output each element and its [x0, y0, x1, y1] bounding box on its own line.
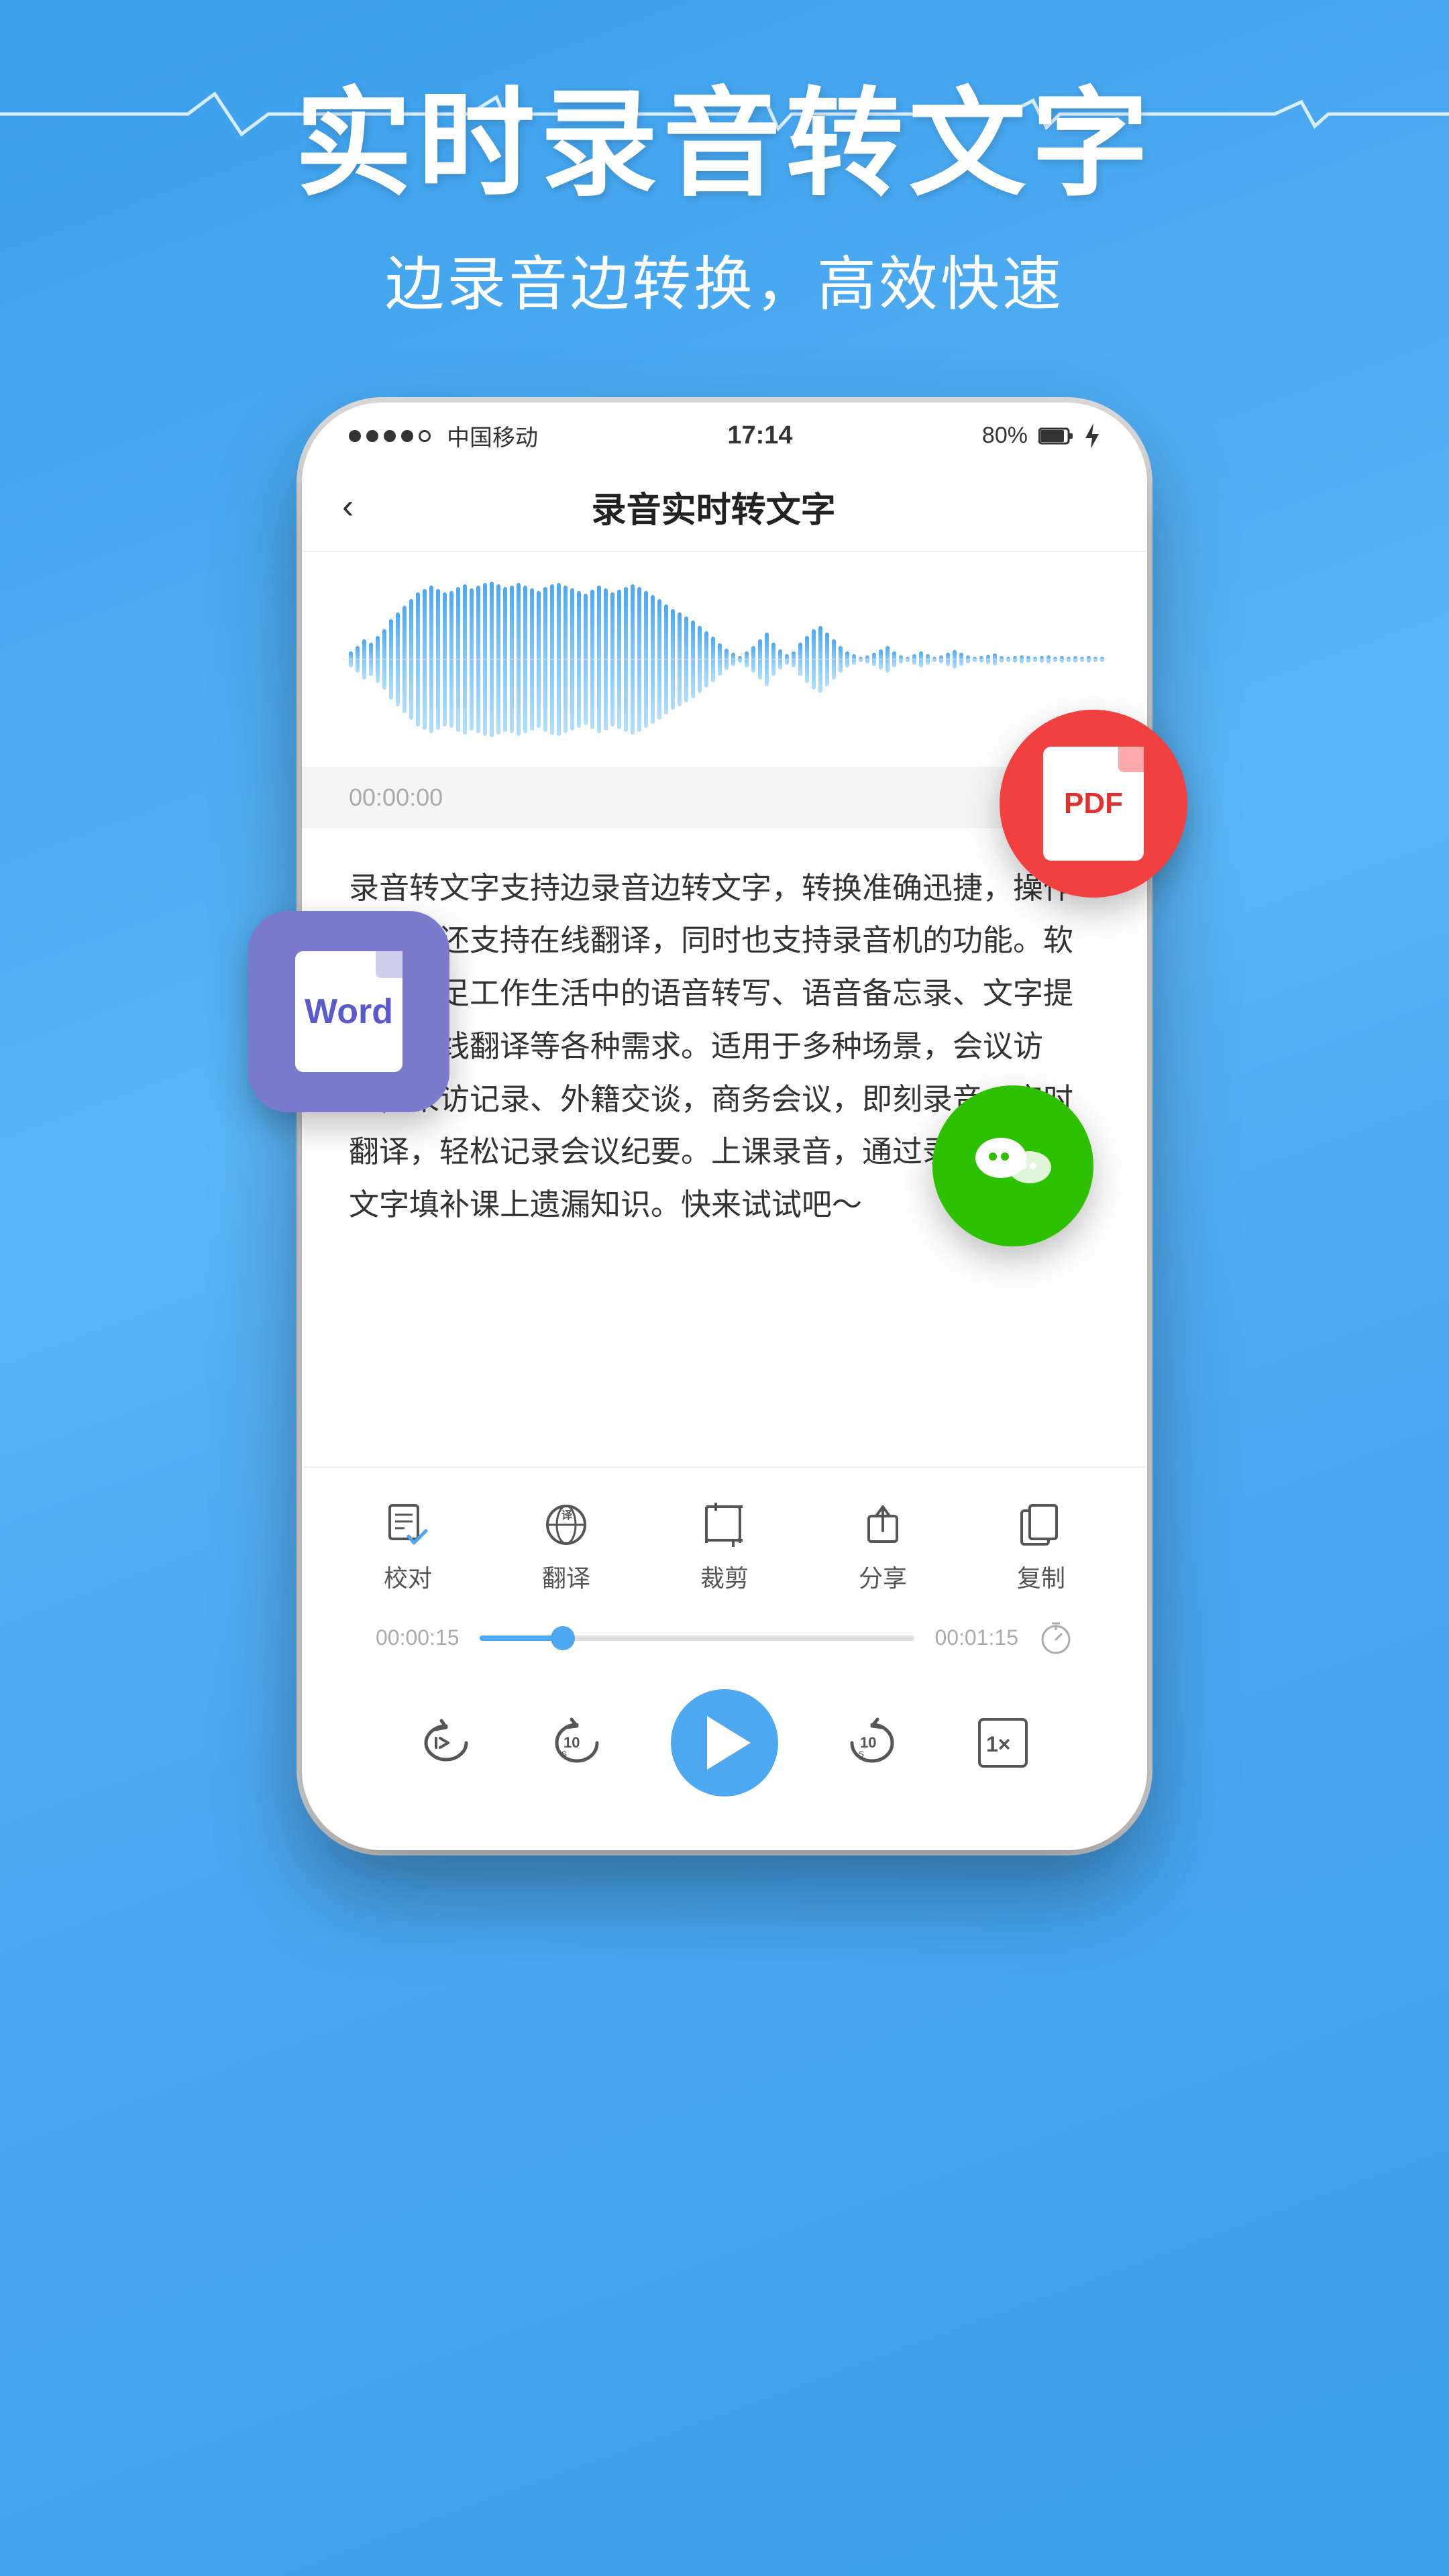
speed-icon: 1×: [973, 1713, 1033, 1773]
battery-icon: [1038, 427, 1073, 445]
audio-waveform: [342, 579, 1107, 740]
signal-indicator: [349, 430, 431, 442]
toolbar-item-translate[interactable]: 译 翻译: [542, 1501, 590, 1594]
page-subtitle: 边录音边转换，高效快速: [385, 237, 1064, 322]
waveform-area: [302, 552, 1147, 767]
toolbar-label-translate: 翻译: [542, 1559, 590, 1594]
header: 实时录音转文字 边录音边转换，高效快速: [0, 0, 1449, 322]
speed-button[interactable]: 1×: [973, 1713, 1033, 1773]
play-icon: [707, 1716, 751, 1770]
rewind-icon: [416, 1713, 476, 1773]
timer-icon: [1038, 1621, 1073, 1656]
progress-end-time: 00:01:15: [934, 1625, 1018, 1650]
signal-dot-4: [401, 430, 413, 442]
playback-controls: 10 s 10 s: [329, 1669, 1120, 1837]
battery-percent: 80%: [982, 423, 1028, 449]
back-10s-button[interactable]: 10 s: [543, 1713, 604, 1773]
time-display: 17:14: [727, 421, 792, 450]
back-button[interactable]: ‹: [342, 486, 354, 527]
toolbar-item-copy[interactable]: 复制: [1017, 1501, 1065, 1594]
crop-icon: [701, 1501, 748, 1548]
status-left: 中国移动: [349, 419, 538, 452]
signal-dot-2: [366, 430, 378, 442]
signal-dot-5: [419, 430, 431, 442]
copy-icon: [1018, 1501, 1065, 1548]
pdf-badge: PDF: [1000, 710, 1187, 898]
carrier-label: 中国移动: [447, 419, 538, 452]
edit-check-icon: [384, 1501, 431, 1548]
progress-start-time: 00:00:15: [376, 1625, 460, 1650]
toolbar-label-proofread: 校对: [384, 1559, 432, 1594]
signal-dot-3: [384, 430, 396, 442]
start-time: 00:00:00: [349, 784, 443, 812]
pdf-label: PDF: [1064, 787, 1123, 820]
status-bar: 中国移动 17:14 80%: [302, 402, 1147, 463]
toolbar-label-copy: 复制: [1017, 1559, 1065, 1594]
translate-icon: 译: [543, 1501, 590, 1548]
back-10s-icon: 10 s: [543, 1713, 604, 1773]
wechat-icon: [966, 1119, 1060, 1213]
pdf-doc-icon: PDF: [1043, 747, 1144, 861]
forward-10s-icon: 10 s: [845, 1713, 906, 1773]
word-label: Word: [305, 991, 393, 1032]
svg-text:s: s: [859, 1748, 864, 1760]
toolbar-label-crop: 裁剪: [700, 1559, 749, 1594]
svg-text:译: 译: [561, 1509, 573, 1521]
svg-text:1×: 1×: [986, 1732, 1010, 1756]
status-right: 80%: [982, 423, 1100, 449]
lightning-icon: [1084, 423, 1100, 449]
word-badge: Word: [248, 911, 449, 1112]
page-title: 实时录音转文字: [295, 80, 1155, 210]
signal-dot-1: [349, 430, 361, 442]
progress-track[interactable]: [480, 1635, 915, 1641]
phone-mockup: Word PDF: [302, 402, 1147, 1850]
toolbar-item-crop[interactable]: 裁剪: [700, 1501, 749, 1594]
wechat-badge: [932, 1085, 1093, 1246]
progress-bar-area: 00:00:15 00:01:15: [329, 1607, 1120, 1669]
nav-bar: ‹ 录音实时转文字: [302, 463, 1147, 552]
play-button[interactable]: [671, 1689, 778, 1796]
forward-10s-button[interactable]: 10 s: [845, 1713, 906, 1773]
toolbar-item-proofread[interactable]: 校对: [384, 1501, 432, 1594]
progress-thumb[interactable]: [551, 1626, 575, 1650]
word-doc-icon: Word: [295, 951, 402, 1072]
nav-title: 录音实时转文字: [380, 482, 1046, 532]
toolbar-item-share[interactable]: 分享: [859, 1501, 907, 1594]
spacer: [302, 1265, 1147, 1466]
rewind-button[interactable]: [416, 1713, 476, 1773]
toolbar-icons: 校对 译 翻译: [329, 1488, 1120, 1607]
svg-text:s: s: [561, 1748, 567, 1760]
share-icon: [859, 1501, 906, 1548]
toolbar-label-share: 分享: [859, 1559, 907, 1594]
bottom-toolbar: 校对 译 翻译: [302, 1466, 1147, 1850]
